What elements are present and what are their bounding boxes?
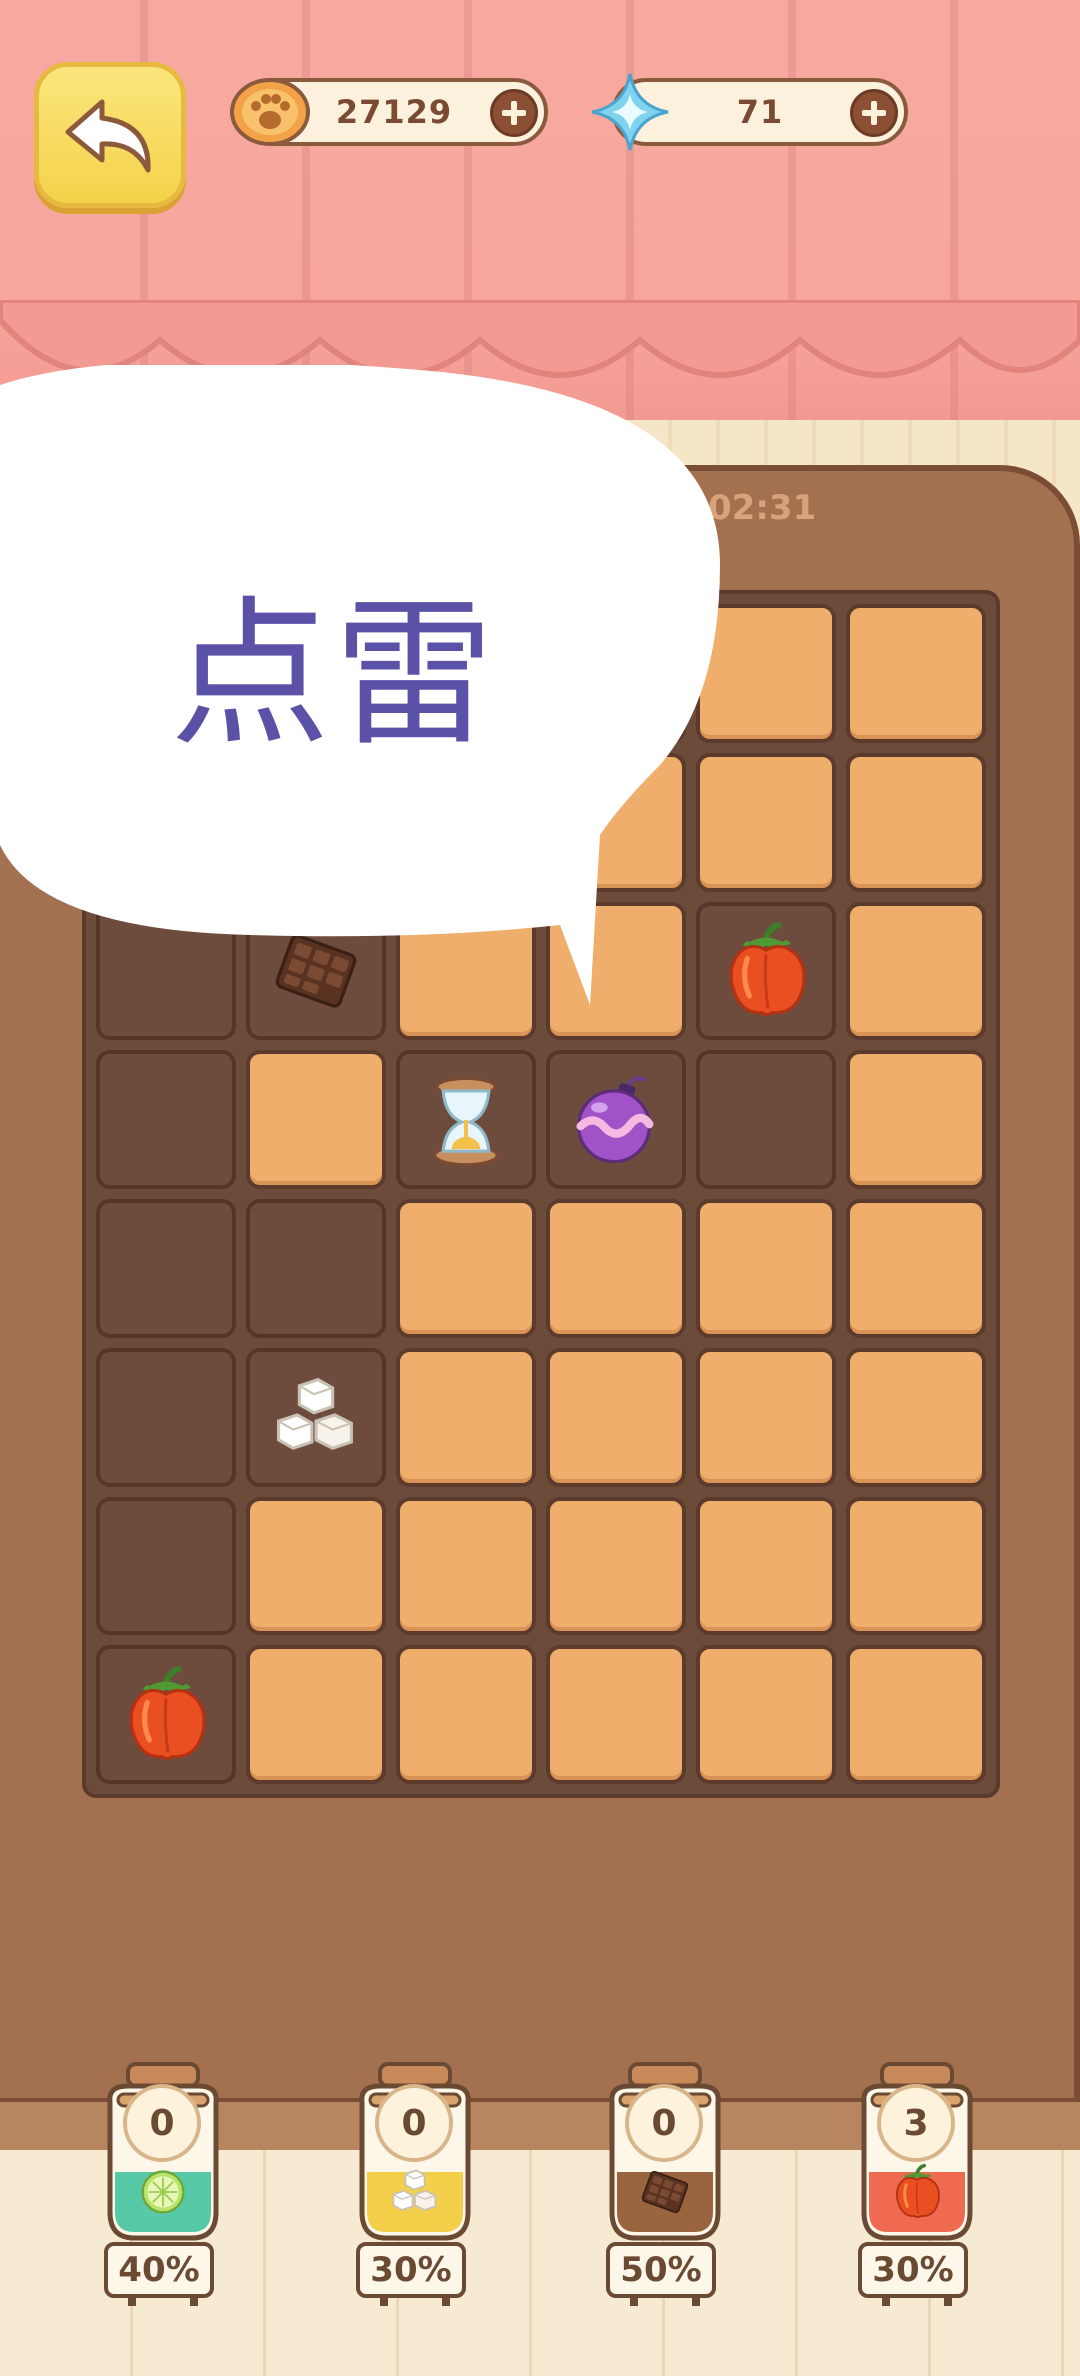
board-cell-7-0[interactable]: [96, 1645, 236, 1784]
jar-percent: 40%: [104, 2242, 214, 2298]
board-cell-6-4[interactable]: [696, 1496, 836, 1636]
board-cell-4-3[interactable]: [546, 1199, 686, 1338]
board-cell-5-5[interactable]: [846, 1347, 986, 1487]
board-cell-4-1[interactable]: [246, 1199, 386, 1338]
jar-count: 0: [123, 2084, 201, 2162]
plus-icon: [862, 101, 886, 125]
add-coins-button[interactable]: [490, 89, 538, 137]
collection-jar-chocolate: 0 50%: [590, 2062, 740, 2312]
board-cell-3-1[interactable]: [246, 1050, 386, 1189]
collection-jar-sugar-cubes: 0 30%: [340, 2062, 490, 2312]
jar-count: 3: [877, 2084, 955, 2162]
board-cell-5-2[interactable]: [396, 1347, 536, 1487]
collection-jar-lime: 0 40%: [88, 2062, 238, 2312]
board-cell-3-4[interactable]: [696, 1050, 836, 1189]
collection-jar-bell-pepper: 3 30%: [842, 2062, 992, 2312]
gem-amount: 71: [736, 93, 784, 131]
board-cell-7-5[interactable]: [846, 1645, 986, 1784]
board-cell-0-5[interactable]: [846, 604, 986, 743]
board-cell-5-0[interactable]: [96, 1347, 236, 1487]
board-cell-5-1[interactable]: [246, 1347, 386, 1487]
board-cell-6-3[interactable]: [546, 1496, 686, 1636]
board-cell-3-2[interactable]: [396, 1050, 536, 1189]
board-cell-6-5[interactable]: [846, 1496, 986, 1636]
paw-coin-icon: [230, 78, 310, 146]
tutorial-hint-text: 点雷: [170, 581, 499, 768]
board-cell-7-4[interactable]: [696, 1645, 836, 1784]
board-cell-4-5[interactable]: [846, 1199, 986, 1338]
board-cell-3-3[interactable]: [546, 1050, 686, 1189]
board-cell-2-5[interactable]: [846, 901, 986, 1041]
board-cell-6-0[interactable]: [96, 1496, 236, 1636]
board-cell-4-0[interactable]: [96, 1199, 236, 1338]
jar-count: 0: [625, 2084, 703, 2162]
board-cell-7-1[interactable]: [246, 1645, 386, 1784]
jar-percent: 50%: [606, 2242, 716, 2298]
sparkle-gem-icon: [591, 73, 669, 151]
jar-percent: 30%: [858, 2242, 968, 2298]
sugar-cubes-icon: [264, 1365, 368, 1469]
board-cell-5-4[interactable]: [696, 1347, 836, 1487]
board-cell-6-2[interactable]: [396, 1496, 536, 1636]
jar-percent: 30%: [356, 2242, 466, 2298]
board-cell-3-5[interactable]: [846, 1050, 986, 1189]
board-cell-4-2[interactable]: [396, 1199, 536, 1338]
coin-amount: 27129: [335, 93, 453, 131]
board-cell-7-2[interactable]: [396, 1645, 536, 1784]
back-arrow-icon: [65, 99, 151, 173]
bell-pepper-icon: [114, 1663, 218, 1767]
board-cell-6-1[interactable]: [246, 1496, 386, 1636]
hourglass-icon: [414, 1068, 518, 1172]
board-cell-4-4[interactable]: [696, 1199, 836, 1338]
board-cell-1-5[interactable]: [846, 752, 986, 892]
purple-bomb-icon: [564, 1068, 668, 1172]
jar-count: 0: [375, 2084, 453, 2162]
board-cell-5-3[interactable]: [546, 1347, 686, 1487]
plus-icon: [502, 101, 526, 125]
back-button[interactable]: [34, 62, 186, 208]
add-gems-button[interactable]: [850, 89, 898, 137]
board-cell-7-3[interactable]: [546, 1645, 686, 1784]
board-cell-3-0[interactable]: [96, 1050, 236, 1189]
